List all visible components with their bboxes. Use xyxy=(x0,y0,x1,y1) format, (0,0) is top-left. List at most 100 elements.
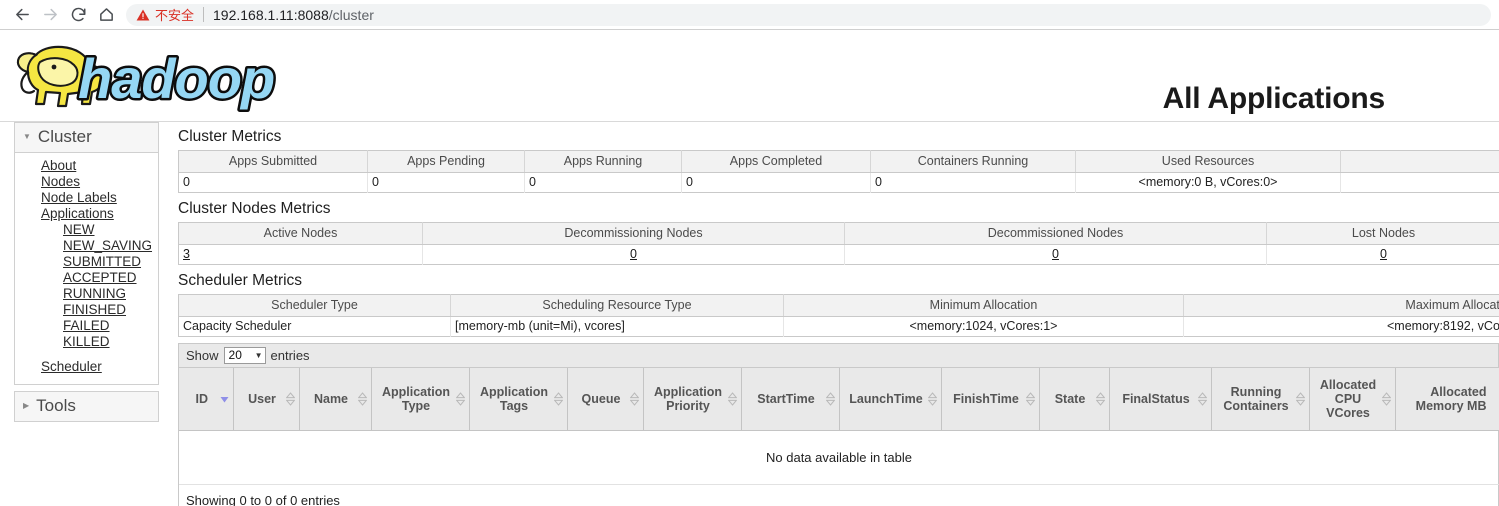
val-apps-running: 0 xyxy=(524,172,682,193)
sort-none-icon xyxy=(825,391,835,406)
table-row: 3 0 0 0 0 xyxy=(178,244,1499,265)
sidebar-item-about[interactable]: About xyxy=(15,158,158,174)
sidebar-item-accepted[interactable]: ACCEPTED xyxy=(15,270,158,286)
col-containers-running: Containers Running xyxy=(870,150,1076,173)
url-path: /cluster xyxy=(328,6,374,23)
sort-none-icon xyxy=(727,391,737,406)
val-apps-pending: 0 xyxy=(367,172,525,193)
reload-icon[interactable] xyxy=(64,1,92,29)
sort-none-icon xyxy=(1095,391,1105,406)
col-user-label: User xyxy=(248,391,276,406)
table-empty-row: No data available in table xyxy=(179,430,1499,485)
show-label: Show xyxy=(186,347,219,363)
col-apps-completed: Apps Completed xyxy=(681,150,871,173)
cluster-panel-header[interactable]: ▼ Cluster xyxy=(15,123,158,153)
hadoop-logo[interactable]: hadoop xyxy=(8,38,286,114)
page-header: hadoop All Applications xyxy=(0,30,1499,122)
col-user[interactable]: User xyxy=(233,368,300,431)
val-decommissioning-nodes[interactable]: 0 xyxy=(630,247,637,261)
page-size-select[interactable]: 20 ▼ xyxy=(223,346,266,364)
sort-none-icon xyxy=(1197,391,1207,406)
table-header-row: Scheduler Type Scheduling Resource Type … xyxy=(178,294,1499,317)
col-name-label: Name xyxy=(313,391,349,406)
sidebar-item-new[interactable]: NEW xyxy=(15,222,158,238)
col-running-containers[interactable]: Running Containers xyxy=(1211,368,1310,431)
col-scheduling-resource-type: Scheduling Resource Type xyxy=(450,294,784,317)
datatable-length-control: Show 20 ▼ entries xyxy=(179,344,1498,368)
cluster-panel-title: Cluster xyxy=(37,127,92,146)
col-application-tags[interactable]: Application Tags xyxy=(469,368,568,431)
sort-none-icon xyxy=(1381,391,1391,406)
col-id-label: ID xyxy=(195,391,209,406)
sort-none-icon xyxy=(357,391,367,406)
col-apps-pending: Apps Pending xyxy=(367,150,525,173)
col-application-type-label: Application Type xyxy=(381,384,451,413)
sort-desc-icon xyxy=(220,392,229,406)
tools-panel: ▶ Tools xyxy=(14,391,159,422)
col-queue[interactable]: Queue xyxy=(567,368,644,431)
col-allocated-cpu-vcores[interactable]: Allocated CPU VCores xyxy=(1309,368,1396,431)
chevron-down-icon: ▼ xyxy=(254,350,263,360)
val-lost-nodes[interactable]: 0 xyxy=(1380,247,1387,261)
sidebar-item-new-saving[interactable]: NEW_SAVING xyxy=(15,238,158,254)
col-allocated-memory-mb[interactable]: Allocated Memory MB xyxy=(1395,368,1499,431)
sort-none-icon xyxy=(553,391,563,406)
col-id[interactable]: ID xyxy=(179,368,234,431)
sidebar-item-running[interactable]: RUNNING xyxy=(15,286,158,302)
col-finalstatus-label: FinalStatus xyxy=(1122,391,1190,406)
col-scheduler-type: Scheduler Type xyxy=(178,294,451,317)
col-allocated-cpu-vcores-label: Allocated CPU VCores xyxy=(1319,377,1377,420)
col-maximum-allocation: Maximum Allocation xyxy=(1183,294,1499,317)
applications-table: ID User Name Application Type Applicatio… xyxy=(179,368,1499,485)
val-apps-completed: 0 xyxy=(681,172,871,193)
sidebar-item-nodes[interactable]: Nodes xyxy=(15,174,158,190)
sort-none-icon xyxy=(1025,391,1035,406)
val-active-nodes[interactable]: 3 xyxy=(183,247,190,261)
chevron-right-icon: ▶ xyxy=(23,401,30,410)
col-finishtime[interactable]: FinishTime xyxy=(941,368,1040,431)
col-application-type[interactable]: Application Type xyxy=(371,368,470,431)
col-total-resources: Total Resources xyxy=(1340,150,1499,173)
sidebar-item-scheduler[interactable]: Scheduler xyxy=(15,359,158,375)
home-icon[interactable] xyxy=(92,1,120,29)
main-content: Cluster Metrics Apps Submitted Apps Pend… xyxy=(162,122,1499,506)
svg-text:hadoop: hadoop xyxy=(78,47,274,110)
cluster-nodes-metrics-title: Cluster Nodes Metrics xyxy=(178,200,331,217)
sidebar-item-finished[interactable]: FINISHED xyxy=(15,302,158,318)
url-host: 192.168.1.11:8088 xyxy=(213,6,329,23)
col-apps-submitted: Apps Submitted xyxy=(178,150,368,173)
tools-panel-title: Tools xyxy=(36,396,76,415)
val-total-resources: <memory:24 GB, vCores:24> xyxy=(1340,172,1499,193)
col-allocated-memory-mb-label: Allocated Memory MB xyxy=(1415,384,1487,413)
col-starttime[interactable]: StartTime xyxy=(741,368,840,431)
val-decommissioned-nodes[interactable]: 0 xyxy=(1052,247,1059,261)
sidebar-item-submitted[interactable]: SUBMITTED xyxy=(15,254,158,270)
table-row: Capacity Scheduler [memory-mb (unit=Mi),… xyxy=(178,316,1499,337)
sidebar-item-killed[interactable]: KILLED xyxy=(15,334,158,350)
sidebar-item-failed[interactable]: FAILED xyxy=(15,318,158,334)
col-used-resources: Used Resources xyxy=(1075,150,1341,173)
col-application-tags-label: Application Tags xyxy=(479,384,549,413)
back-arrow-icon[interactable] xyxy=(8,1,36,29)
col-launchtime[interactable]: LaunchTime xyxy=(839,368,942,431)
table-row: 0 0 0 0 0 <memory:0 B, vCores:0> <memory… xyxy=(178,172,1499,193)
tools-panel-header[interactable]: ▶ Tools xyxy=(15,392,158,421)
val-maximum-allocation: <memory:8192, vCores:4> xyxy=(1183,316,1499,337)
sort-none-icon xyxy=(285,391,295,406)
col-running-containers-label: Running Containers xyxy=(1223,384,1289,413)
chevron-down-icon: ▼ xyxy=(23,132,31,141)
val-scheduling-resource-type: [memory-mb (unit=Mi), vcores] xyxy=(450,316,784,337)
val-scheduler-type: Capacity Scheduler xyxy=(178,316,451,337)
sidebar-item-applications[interactable]: Applications xyxy=(15,206,158,222)
sidebar-item-node-labels[interactable]: Node Labels xyxy=(15,190,158,206)
address-bar[interactable]: 不安全 192.168.1.11:8088/cluster xyxy=(126,3,1491,26)
col-state[interactable]: State xyxy=(1039,368,1110,431)
col-application-priority[interactable]: Application Priority xyxy=(643,368,742,431)
col-starttime-label: StartTime xyxy=(757,391,815,406)
col-finalstatus[interactable]: FinalStatus xyxy=(1109,368,1212,431)
cluster-nodes-metrics-table: Active Nodes Decommissioning Nodes Decom… xyxy=(178,222,1499,265)
col-name[interactable]: Name xyxy=(299,368,372,431)
col-lost-nodes: Lost Nodes xyxy=(1266,222,1499,245)
sort-none-icon xyxy=(927,391,937,406)
